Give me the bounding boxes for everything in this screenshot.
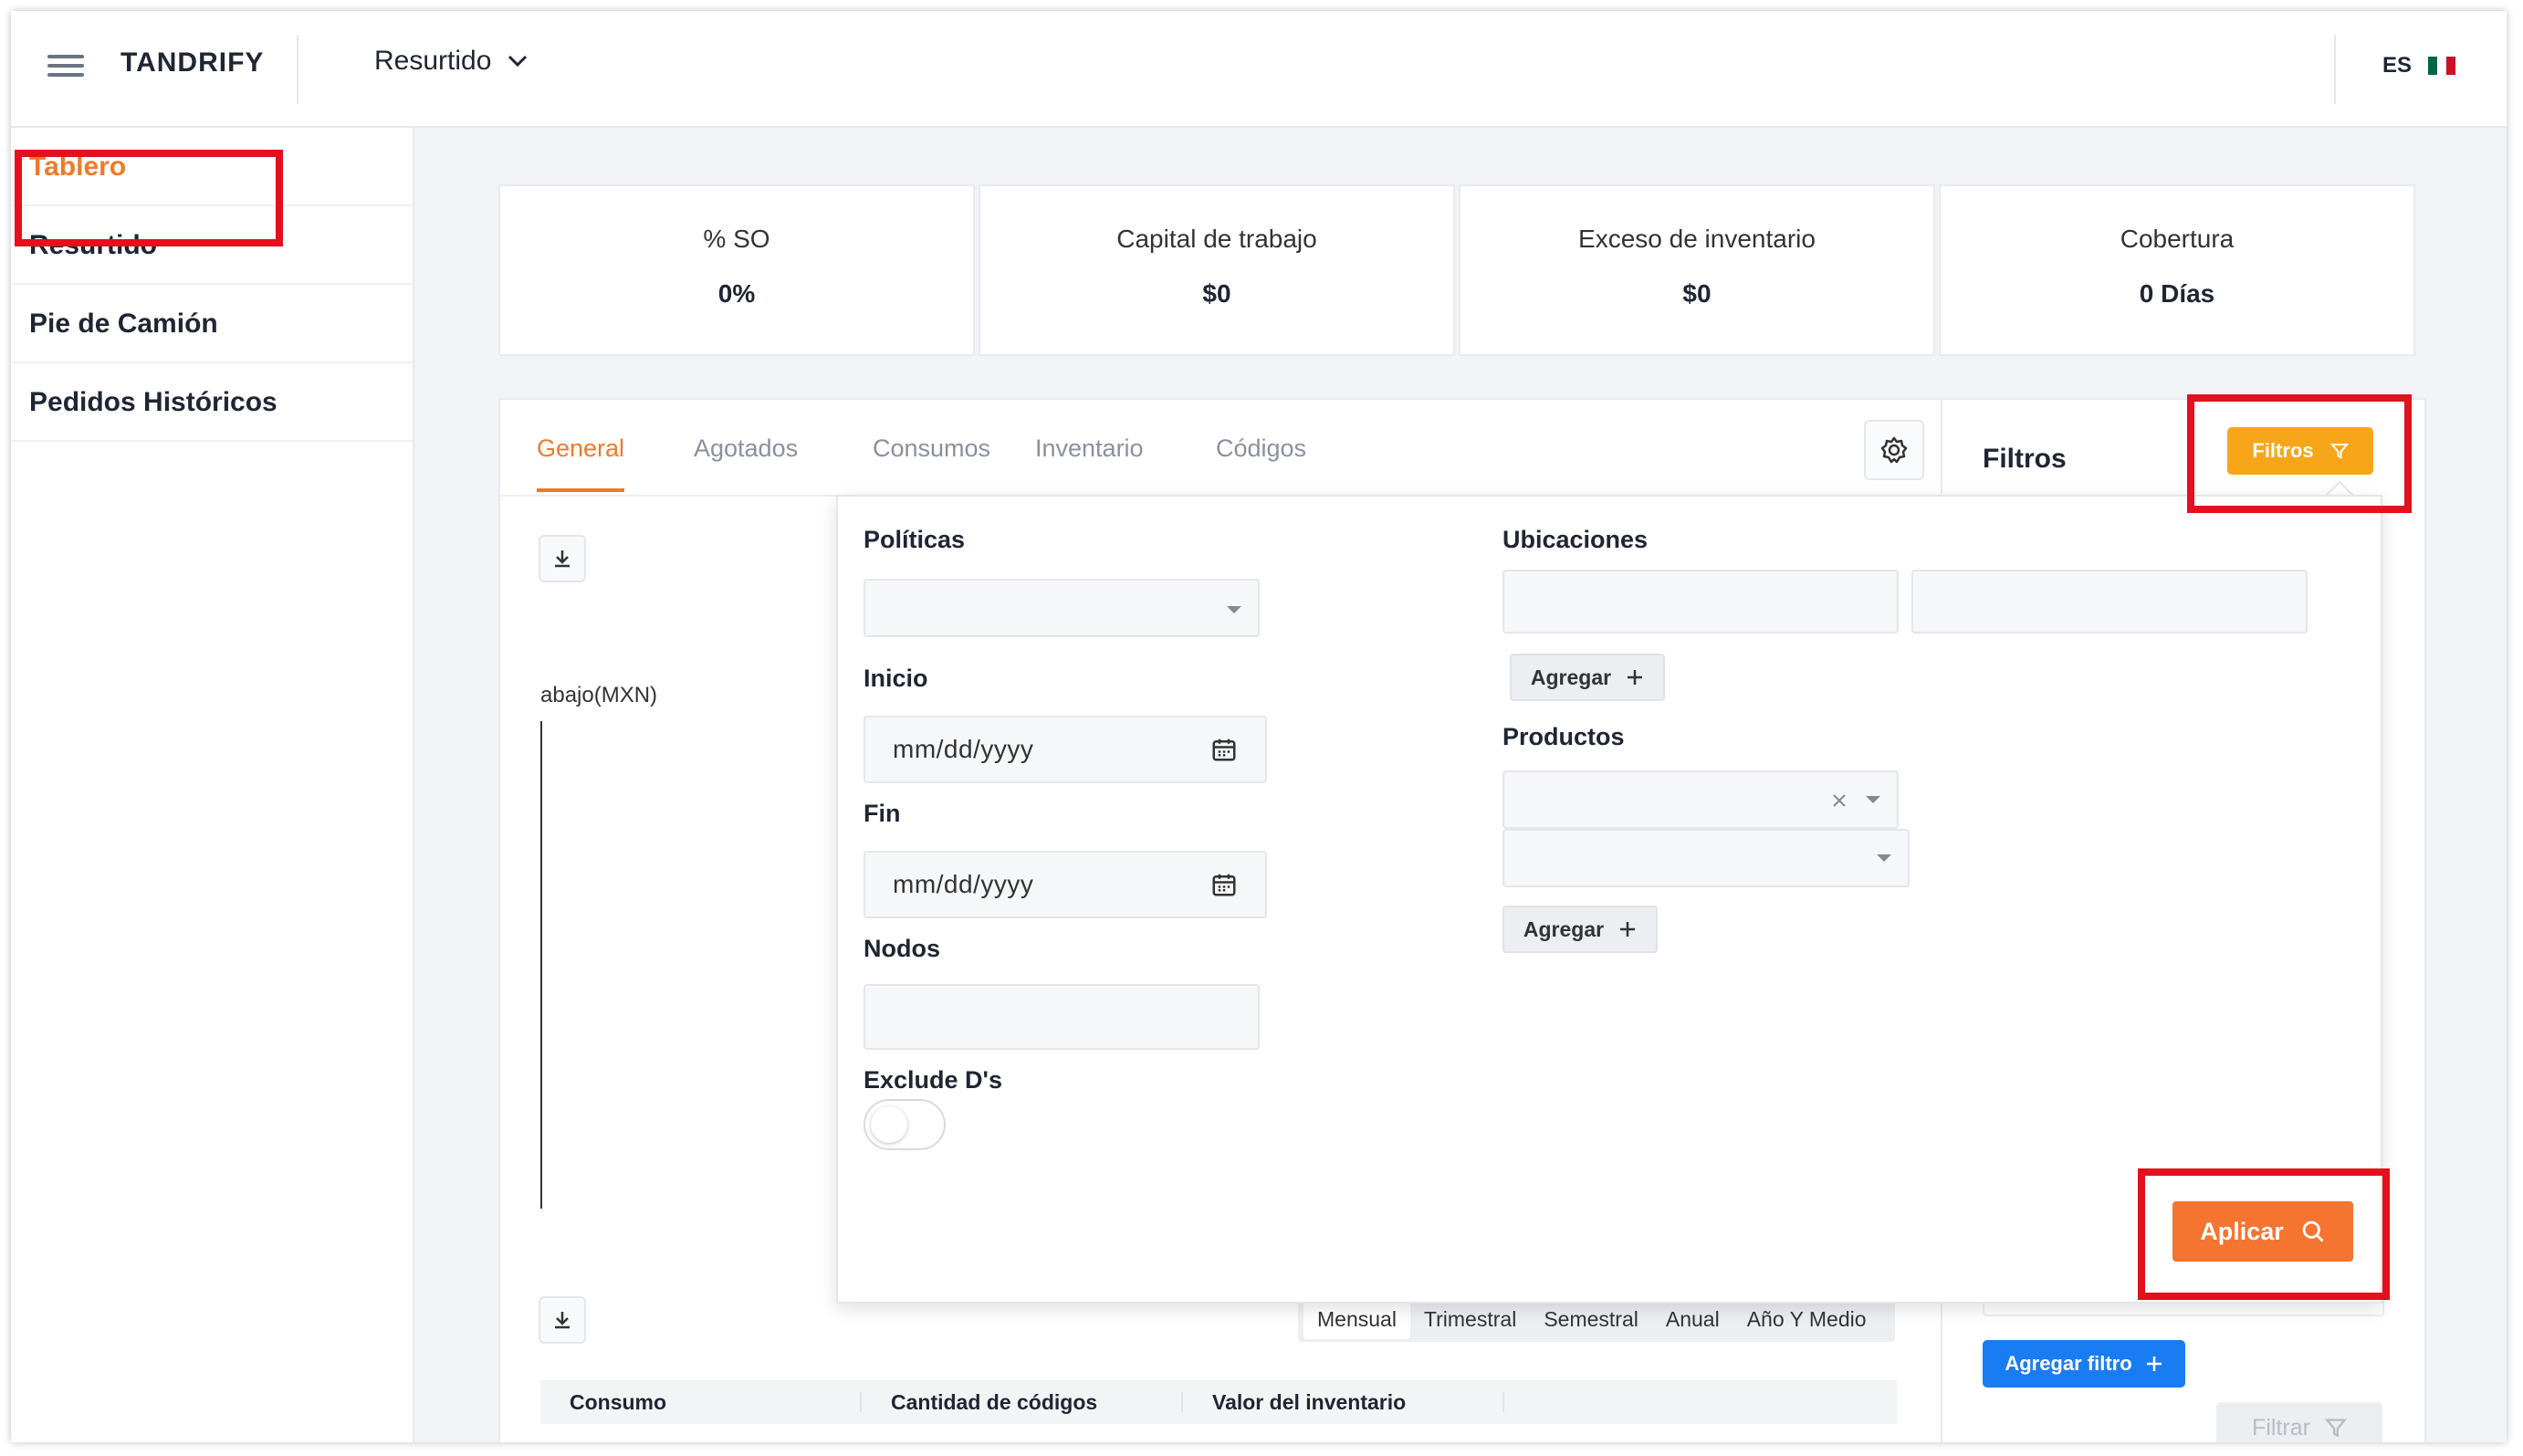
- tab-agotados[interactable]: Agotados: [694, 435, 798, 488]
- politicas-label: Políticas: [864, 526, 966, 553]
- kpi-card-capital: Capital de trabajo $0: [979, 184, 1455, 356]
- kpi-label: Capital de trabajo: [1116, 225, 1317, 253]
- kpi-card-cobertura: Cobertura 0 Días: [1939, 184, 2415, 356]
- ubicaciones-label: Ubicaciones: [1502, 526, 1649, 553]
- filter-button-label: Filtrar: [2252, 1414, 2310, 1440]
- plus-icon: [1620, 922, 1636, 937]
- app-window: TANDRIFY Resurtido ES Tablero Resurtido …: [11, 11, 2507, 1442]
- top-header: TANDRIFY Resurtido ES: [11, 11, 2507, 128]
- filter-button[interactable]: Filtrar: [2216, 1402, 2382, 1442]
- gear-icon: [1880, 436, 1908, 464]
- start-date-placeholder: mm/dd/yyyy: [893, 735, 1034, 763]
- nodos-label: Nodos: [864, 935, 940, 962]
- exclude-toggle[interactable]: [864, 1099, 946, 1150]
- period-anual[interactable]: Anual: [1652, 1300, 1733, 1339]
- sidebar-item-tablero[interactable]: Tablero: [11, 128, 413, 206]
- tab-codigos[interactable]: Códigos: [1216, 435, 1306, 488]
- sidebar: Tablero Resurtido Pie de Camión Pedidos …: [11, 128, 414, 1442]
- plus-icon: [2146, 1356, 2162, 1371]
- column-header[interactable]: Cantidad de códigos: [862, 1392, 1183, 1413]
- filters-button[interactable]: Filtros: [2227, 427, 2373, 475]
- mexico-flag-icon: [2428, 57, 2456, 75]
- producto-select[interactable]: [1502, 770, 1899, 829]
- tab-consumos[interactable]: Consumos: [873, 435, 990, 488]
- column-header[interactable]: Consumo: [540, 1392, 862, 1413]
- kpi-label: Exceso de inventario: [1578, 225, 1816, 253]
- header-divider: [297, 35, 298, 104]
- sidebar-item-resurtido[interactable]: Resurtido: [11, 206, 413, 285]
- ubicacion-input[interactable]: [1911, 570, 2308, 634]
- chart-axis-label: abajo(MXN): [540, 683, 658, 707]
- fin-label: Fin: [864, 800, 901, 827]
- period-mensual[interactable]: Mensual: [1303, 1299, 1410, 1339]
- apply-button[interactable]: Aplicar: [2172, 1201, 2353, 1262]
- funnel-icon: [2329, 444, 2349, 459]
- kpi-label: % SO: [703, 225, 770, 253]
- module-selector-label: Resurtido: [374, 46, 492, 76]
- caret-down-icon: [1877, 854, 1891, 862]
- caret-down-icon: [1866, 796, 1880, 803]
- tab-general[interactable]: General: [537, 435, 625, 492]
- tab-bar: General Agotados Consumos Inventario Cód…: [500, 400, 1942, 497]
- caret-down-icon: [1227, 606, 1241, 613]
- inicio-label: Inicio: [864, 665, 928, 692]
- download-button[interactable]: [539, 535, 586, 582]
- add-ubicacion-label: Agregar: [1530, 665, 1612, 689]
- filters-button-label: Filtros: [2252, 439, 2314, 462]
- brand-logo: TANDRIFY: [120, 47, 265, 78]
- add-filter-button[interactable]: Agregar filtro: [1983, 1340, 2185, 1388]
- download-icon: [555, 1312, 570, 1329]
- kpi-card-exceso: Exceso de inventario $0: [1459, 184, 1935, 356]
- period-ano-y-medio[interactable]: Año Y Medio: [1733, 1300, 1880, 1339]
- ubicacion-input[interactable]: [1502, 570, 1899, 634]
- sidebar-item-pie-de-camion[interactable]: Pie de Camión: [11, 285, 413, 363]
- column-header[interactable]: Valor del inventario: [1183, 1392, 1504, 1413]
- kpi-value: $0: [1202, 279, 1231, 308]
- search-icon: [2302, 1220, 2324, 1242]
- kpi-value: 0%: [717, 279, 756, 308]
- productos-label: Productos: [1502, 723, 1625, 750]
- nodos-input[interactable]: [864, 984, 1260, 1050]
- header-divider: [2334, 35, 2336, 104]
- tab-inventario[interactable]: Inventario: [1035, 435, 1144, 488]
- add-producto-button[interactable]: Agregar: [1502, 906, 1658, 953]
- sidebar-item-pedidos-historicos[interactable]: Pedidos Históricos: [11, 363, 413, 442]
- download-icon: [555, 550, 570, 568]
- exclude-label: Exclude D's: [864, 1066, 1002, 1094]
- calendar-icon[interactable]: [1210, 871, 1238, 898]
- language-selector[interactable]: ES: [2382, 53, 2456, 79]
- chevron-down-icon: [508, 55, 528, 68]
- apply-button-label: Aplicar: [2200, 1217, 2284, 1245]
- kpi-value: 0 Días: [2139, 279, 2215, 308]
- language-code: ES: [2382, 53, 2413, 78]
- filters-title: Filtros: [1983, 444, 2067, 474]
- funnel-icon: [2324, 1419, 2347, 1438]
- table-header: Consumo Cantidad de códigos Valor del in…: [540, 1380, 1897, 1424]
- kpi-value: $0: [1682, 279, 1712, 308]
- add-ubicacion-button[interactable]: Agregar: [1510, 654, 1665, 701]
- kpi-card-so: % SO 0%: [498, 184, 975, 356]
- politicas-select[interactable]: [864, 579, 1260, 637]
- period-semestral[interactable]: Semestral: [1530, 1300, 1652, 1339]
- producto-select[interactable]: [1502, 829, 1910, 887]
- calendar-icon[interactable]: [1210, 736, 1238, 763]
- end-date-input[interactable]: mm/dd/yyyy: [864, 851, 1267, 918]
- download-button[interactable]: [539, 1296, 586, 1344]
- menu-icon[interactable]: [47, 49, 84, 86]
- add-filter-label: Agregar filtro: [2005, 1352, 2132, 1375]
- period-trimestral[interactable]: Trimestral: [1410, 1300, 1530, 1339]
- module-selector[interactable]: Resurtido: [374, 46, 528, 77]
- clear-icon[interactable]: [1831, 792, 1848, 809]
- end-date-placeholder: mm/dd/yyyy: [893, 870, 1034, 898]
- filters-popup: Políticas Inicio mm/dd/yyyy Fin mm/dd/yy…: [836, 495, 2382, 1304]
- plus-icon: [1628, 670, 1643, 685]
- add-producto-label: Agregar: [1523, 917, 1605, 941]
- settings-button[interactable]: [1864, 420, 1924, 480]
- start-date-input[interactable]: mm/dd/yyyy: [864, 716, 1267, 783]
- kpi-label: Cobertura: [2120, 225, 2235, 253]
- chart-y-axis: [540, 721, 542, 1209]
